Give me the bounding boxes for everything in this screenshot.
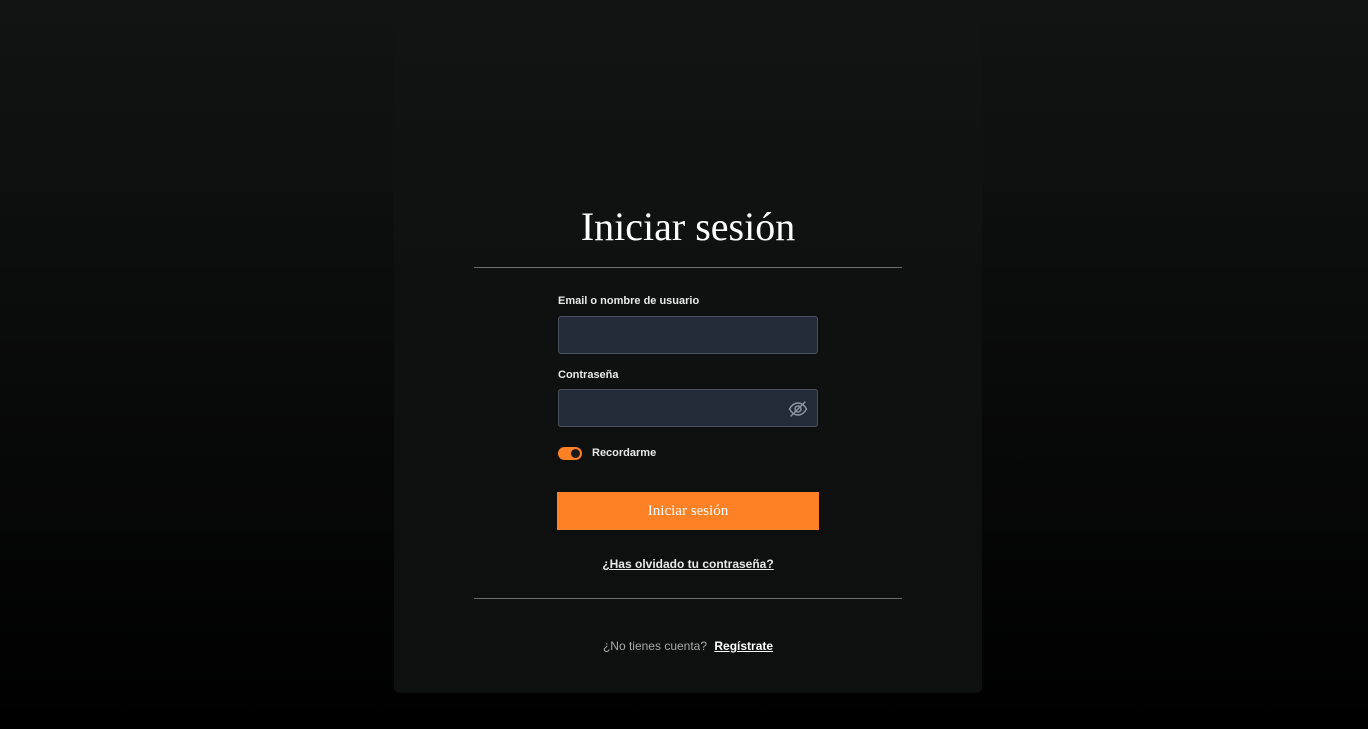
toggle-knob — [571, 448, 580, 458]
email-field-container — [558, 316, 818, 354]
page-title: Iniciar sesión — [580, 204, 796, 249]
forgot-password-link[interactable]: ¿Has olvidado tu contraseña? — [394, 557, 982, 571]
signup-row: ¿No tienes cuenta? Regístrate — [394, 639, 982, 653]
signup-link[interactable]: Regístrate — [714, 639, 773, 653]
eye-off-icon[interactable] — [788, 399, 808, 419]
remember-label: Recordarme — [592, 447, 657, 459]
email-label: Email o nombre de usuario — [558, 295, 700, 307]
email-field[interactable] — [559, 317, 817, 353]
remember-me: Recordarme — [558, 446, 656, 460]
login-card: Iniciar sesión Email o nombre de usuario… — [394, 0, 982, 693]
password-field-container — [558, 389, 818, 427]
title-divider — [474, 267, 902, 268]
password-label: Contraseña — [558, 369, 619, 381]
login-button[interactable]: Iniciar sesión — [557, 492, 819, 530]
footer-divider — [474, 598, 902, 599]
no-account-text: ¿No tienes cuenta? — [602, 639, 708, 653]
password-field[interactable] — [559, 390, 817, 426]
remember-toggle[interactable] — [558, 446, 582, 460]
